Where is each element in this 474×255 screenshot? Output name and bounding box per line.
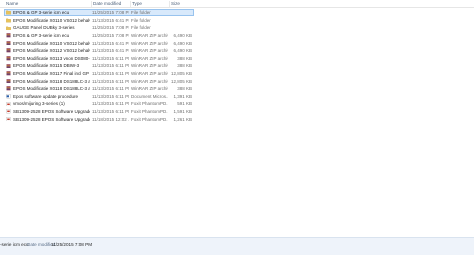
file-size: 12,805 KB xyxy=(170,71,192,77)
details-item-name: -serie icm ecu xyxy=(0,242,29,247)
file-name: Epos software update procedure xyxy=(13,93,79,99)
file-size: 388 KB xyxy=(177,86,192,92)
file-date-modified: 11/25/2015 7:08 PM xyxy=(92,33,129,39)
file-name: EPOS Modificatie X0118 DS188LC-3 auto i.… xyxy=(13,86,90,92)
file-date-modified: 11/13/2015 6:11 PM xyxy=(92,109,129,115)
file-size: 388 KB xyxy=(177,55,192,61)
details-pane: -serie icm ecu Date modified: 11/25/2015… xyxy=(0,237,474,255)
file-name: EPOS Modificatie X0117 Final incl GP upd… xyxy=(13,71,90,77)
file-size: 388 KB xyxy=(177,63,192,69)
file-row[interactable]: EPOS & GP 3-serie icm ecu 11/25/2015 7:08… xyxy=(0,32,474,40)
file-size: 591 KB xyxy=(177,101,192,107)
file-name: SB1309-2528 EPOS Software Upgrade Ma... xyxy=(13,116,90,122)
file-date-modified: 11/13/2015 6:11 PM xyxy=(92,93,129,99)
file-name: EPOS Modificatie X0113 vnon DS080-3801LC xyxy=(13,55,90,61)
file-row[interactable]: EPOS Modificatie X0113 vnon DS080-3801LC… xyxy=(0,55,474,63)
file-type: Foxit PhantomPD... xyxy=(131,116,168,122)
file-size: 6,490 KB xyxy=(173,40,192,46)
column-header-type[interactable]: Type xyxy=(130,1,168,7)
column-header-name[interactable]: Name xyxy=(5,1,91,7)
file-type: Document Micros... xyxy=(131,93,168,99)
file-type: WinRAR ZIP archive xyxy=(131,33,168,39)
file-date-modified: 11/25/2015 7:08 PM xyxy=(92,10,129,16)
file-date-modified: 11/13/2015 6:41 PM xyxy=(92,17,129,23)
file-size: 6,490 KB xyxy=(173,33,192,39)
file-name: SB1309-2528 EPOS Software Upgrade Ma... xyxy=(13,109,90,115)
file-date-modified: 11/18/2015 12:02 ... xyxy=(92,116,129,122)
file-size: 6,490 KB xyxy=(173,48,192,54)
file-type: WinRAR ZIP archive xyxy=(131,63,168,69)
column-header-date-modified[interactable]: Date modified xyxy=(91,1,129,7)
file-size: 12,805 KB xyxy=(170,78,192,84)
folder-icon xyxy=(6,10,11,15)
file-name: vmos/mijuring 3-series (1) xyxy=(13,101,65,107)
file-row[interactable]: SB1309-2528 EPOS Software Upgrade Ma...1… xyxy=(0,115,474,123)
pdf-document-icon xyxy=(6,109,11,114)
file-row[interactable]: EPOS Modificatie X0112 VS012 behalve D..… xyxy=(0,47,474,55)
file-row[interactable]: GAUGE Panel DUBky 3-series 11/25/2015 7:0… xyxy=(0,24,474,32)
folder-icon xyxy=(6,18,11,23)
file-date-modified: 11/13/2015 6:11 PM xyxy=(92,71,129,77)
file-name: EPOS & GP 3-serie icm ecu xyxy=(13,33,70,39)
file-row[interactable]: vmos/mijuring 3-series (1) 11/13/2015 6:1… xyxy=(0,100,474,108)
file-row[interactable]: EPOS Modificatie X0110 VS012 behalve D..… xyxy=(0,39,474,47)
file-row[interactable]: EPOS Modificatie X0115 DBIW-3 11/13/2015 … xyxy=(0,62,474,70)
file-date-modified: 11/13/2015 6:11 PM xyxy=(92,78,129,84)
winrar-archive-icon xyxy=(6,56,11,61)
file-name: EPOS Modificatie X0118 DS188LC-3 auto i.… xyxy=(13,78,90,84)
file-name: EPOS Modificatie X0115 DBIW-3 xyxy=(13,63,80,69)
file-type: WinRAR ZIP archive xyxy=(131,40,168,46)
file-size: 1,591 KB xyxy=(173,109,192,115)
pdf-document-icon xyxy=(6,116,11,122)
pdf-document-icon xyxy=(6,101,11,107)
word-document-icon xyxy=(6,94,11,99)
file-size: 1,261 KB xyxy=(173,116,192,122)
file-type: WinRAR ZIP archive xyxy=(131,86,168,92)
file-date-modified: 11/13/2015 6:11 PM xyxy=(92,55,129,61)
column-header-size[interactable]: Size xyxy=(169,1,195,7)
file-type: Foxit PhantomPD... xyxy=(131,101,168,107)
file-date-modified: 11/13/2015 6:11 PM xyxy=(92,63,129,69)
file-date-modified: 11/13/2015 6:11 PM xyxy=(92,101,129,107)
winrar-archive-icon xyxy=(6,48,11,53)
file-row[interactable]: EPOS Modificatie X0117 Final incl GP upd… xyxy=(0,70,474,78)
file-date-modified: 11/13/2015 6:41 PM xyxy=(92,40,129,46)
file-name: EPOS Modificatie X0110 VS012 behalve D..… xyxy=(13,17,90,23)
file-name: EPOS Modificatie X0112 VS012 behalve D..… xyxy=(13,48,90,54)
file-type: File folder xyxy=(131,25,151,31)
winrar-archive-icon xyxy=(6,63,11,69)
file-size: 1,391 KB xyxy=(173,93,192,99)
winrar-archive-icon xyxy=(6,41,11,46)
file-row[interactable]: SB1309-2528 EPOS Software Upgrade Ma...1… xyxy=(0,108,474,116)
winrar-archive-icon xyxy=(6,86,11,91)
file-date-modified: 11/13/2015 6:41 PM xyxy=(92,48,129,54)
file-list: EPOS & GP 3-serie icm ecu 11/25/2015 7:08… xyxy=(0,9,474,123)
folder-icon xyxy=(6,26,11,31)
details-date-value: 11/25/2015 7:08 PM xyxy=(51,242,93,247)
file-type: WinRAR ZIP archive xyxy=(131,71,168,77)
file-type: Foxit PhantomPD... xyxy=(131,109,168,115)
file-row[interactable]: EPOS Modificatie X0118 DS188LC-3 auto i.… xyxy=(0,85,474,93)
file-row[interactable]: EPOS & GP 3-serie icm ecu 11/25/2015 7:08… xyxy=(0,9,474,17)
file-name: GAUGE Panel DUBky 3-series xyxy=(13,25,75,31)
file-type: WinRAR ZIP archive xyxy=(131,78,168,84)
file-row[interactable]: Epos software update procedure 11/13/2015… xyxy=(0,93,474,101)
winrar-archive-icon xyxy=(6,79,11,84)
file-date-modified: 11/13/2015 6:11 PM xyxy=(92,86,129,92)
file-type: File folder xyxy=(131,10,151,16)
file-type: WinRAR ZIP archive xyxy=(131,55,168,61)
file-type: File folder xyxy=(131,17,151,23)
file-row[interactable]: EPOS Modificatie X0118 DS188LC-3 auto i.… xyxy=(0,77,474,85)
file-date-modified: 11/25/2015 7:08 PM xyxy=(92,25,129,31)
file-row[interactable]: EPOS Modificatie X0110 VS012 behalve D..… xyxy=(0,17,474,25)
column-header-bar: Name Date modified Type Size xyxy=(0,0,474,8)
winrar-archive-icon xyxy=(6,71,11,76)
winrar-archive-icon xyxy=(6,33,11,38)
file-name: EPOS Modificatie X0110 VS012 behalve D..… xyxy=(13,40,90,46)
file-name: EPOS & GP 3-serie icm ecu xyxy=(13,10,70,16)
file-type: WinRAR ZIP archive xyxy=(131,48,168,54)
